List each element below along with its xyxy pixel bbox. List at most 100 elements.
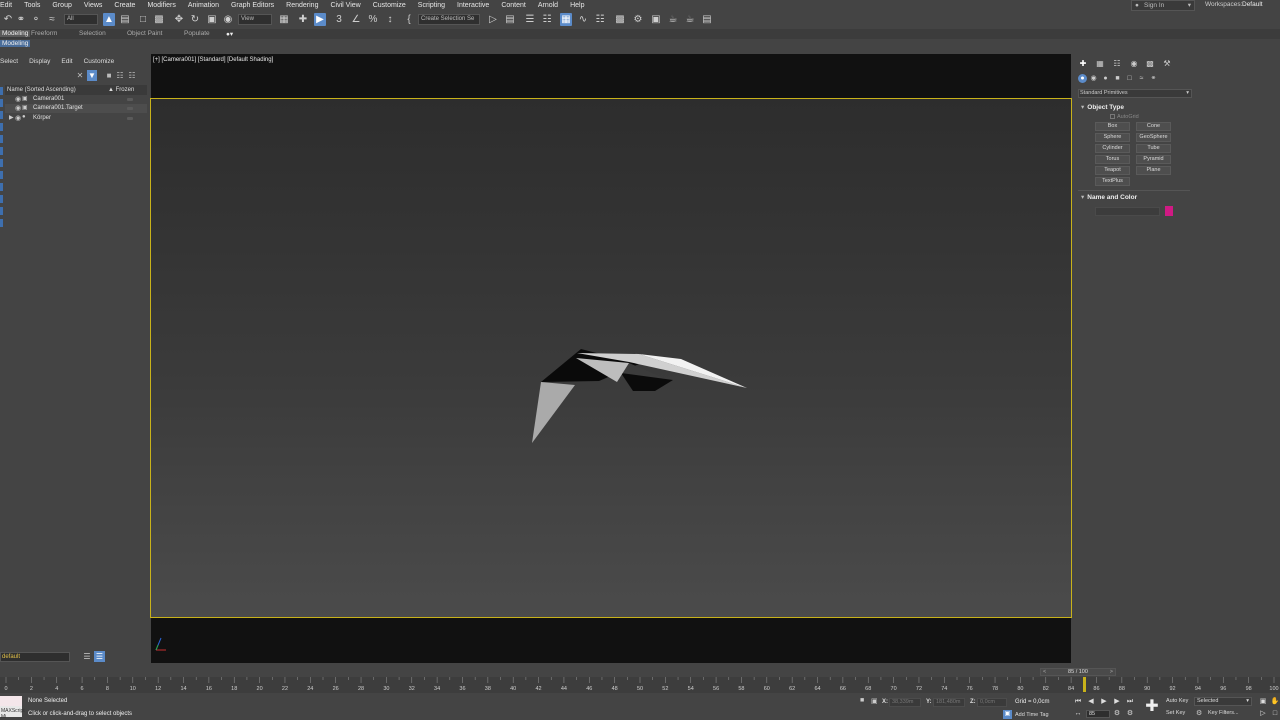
spinner-snap-icon[interactable]: ↕ [384,13,396,26]
maxscript-input[interactable] [0,696,22,706]
key-mode-icon[interactable]: ↔ [1073,709,1083,718]
cylinder-button[interactable]: Cylinder [1095,144,1130,153]
side-tool-icon[interactable] [0,87,3,95]
explorer-row[interactable]: ◉ ▣ Camera001 [5,95,147,104]
display-tab-icon[interactable]: ▩ [1145,59,1155,69]
set-key-button[interactable]: Set Key [1166,710,1185,716]
angle-snap-icon[interactable]: ∠ [350,13,362,26]
go-to-start-icon[interactable]: ⏮ [1073,697,1083,706]
align-icon[interactable]: ▤ [504,13,516,26]
plane-button[interactable]: Plane [1136,166,1171,175]
viewport-label[interactable]: [+] [Camera001] [Standard] [Default Shad… [153,57,273,63]
menu-customize[interactable]: Customize [367,2,412,9]
menu-graph-editors[interactable]: Graph Editors [225,2,280,9]
side-tool-icon[interactable] [0,135,3,143]
select-by-name-icon[interactable]: ▤ [119,13,131,26]
auto-key-button[interactable]: Auto Key [1166,698,1188,704]
menu-scripting[interactable]: Scripting [412,2,451,9]
toggle-layer-explorer-icon[interactable]: ☷ [541,13,553,26]
tab-populate[interactable]: Populate [184,30,210,37]
layer-field[interactable]: default [0,652,70,662]
snaps-toggle-icon[interactable]: 3 [333,13,345,26]
explorer-menu-select[interactable]: Select [0,58,18,65]
side-tool-icon[interactable] [0,99,3,107]
visibility-eye-icon[interactable]: ◉ [15,104,21,112]
tube-button[interactable]: Tube [1136,144,1171,153]
menu-content[interactable]: Content [495,2,532,9]
absolute-mode-icon[interactable]: ▣ [871,697,878,705]
time-slider[interactable]: < 85 / 100 > [1040,668,1116,676]
frozen-toggle-icon[interactable] [127,107,133,110]
current-frame-field[interactable]: 85 [1086,710,1110,718]
cameras-category-icon[interactable]: ■ [1113,74,1122,83]
visibility-eye-icon[interactable]: ◉ [15,95,21,103]
selection-lock-icon[interactable]: ■ [860,697,864,704]
rendered-frame-window-icon[interactable]: ▣ [650,13,662,26]
box-button[interactable]: Box [1095,122,1130,131]
side-tool-icon[interactable] [0,195,3,203]
render-production-icon[interactable]: ☕ [667,13,679,26]
create-tab-icon[interactable]: ✚ [1078,59,1088,69]
next-frame-icon[interactable]: > [1110,669,1113,675]
frozen-toggle-icon[interactable] [127,98,133,101]
tab-selection[interactable]: Selection [79,30,106,37]
filter-icon[interactable]: ▼ [87,70,97,81]
selection-filter-dropdown[interactable]: All [64,14,98,25]
clear-search-icon[interactable]: ✕ [75,70,85,81]
menu-animation[interactable]: Animation [182,2,225,9]
pyramid-button[interactable]: Pyramid [1136,155,1171,164]
menu-create[interactable]: Create [108,2,141,9]
utilities-tab-icon[interactable]: ⚒ [1162,59,1172,69]
mirror-icon[interactable]: ▷ [487,13,499,26]
shapes-category-icon[interactable]: ◉ [1089,74,1098,83]
systems-category-icon[interactable]: ⚭ [1149,74,1158,83]
autogrid-checkbox[interactable]: AutoGrid [1110,114,1139,120]
menu-rendering[interactable]: Rendering [280,2,324,9]
teapot-button[interactable]: Teapot [1095,166,1130,175]
side-tool-icon[interactable] [0,147,3,155]
primitive-type-dropdown[interactable]: Standard Primitives ▾ [1078,89,1192,98]
column-frozen-header[interactable]: ▲ Frozen [108,87,134,93]
pan-icon[interactable]: ✋ [1270,697,1280,706]
rotate-icon[interactable]: ↻ [189,13,201,26]
keyboard-shortcut-override-icon[interactable]: ▶ [314,13,326,26]
selection-set-dropdown[interactable]: Create Selection Se [418,14,480,25]
explorer-row[interactable]: ◉ ▣ Camera001.Target [5,104,147,113]
z-coord-field[interactable]: 0,0cm [977,698,1007,707]
explorer-menu-display[interactable]: Display [29,58,50,65]
hierarchy-icon[interactable]: ☷ [115,70,125,81]
add-time-tag-button[interactable]: Add Time Tag [1015,712,1049,718]
key-filters-button[interactable]: Key Filters... [1208,710,1239,716]
bind-space-warp-icon[interactable]: ≈ [46,13,58,26]
side-tool-icon[interactable] [0,171,3,179]
maxscript-listener[interactable]: MAXScript Mi [0,696,25,720]
workspace-dropdown[interactable]: Default [1242,1,1263,8]
percent-snap-icon[interactable]: % [367,13,379,26]
visibility-eye-icon[interactable]: ◉ [15,114,21,122]
rect-selection-icon[interactable]: □ [137,13,149,26]
playhead[interactable] [1082,677,1086,692]
x-coord-field[interactable]: 38,339m [889,698,921,707]
ribbon-options-icon[interactable]: ●▾ [226,30,233,38]
menu-modifiers[interactable]: Modifiers [141,2,181,9]
object-name-field[interactable] [1095,207,1160,216]
menu-group[interactable]: Group [46,2,77,9]
material-editor-icon[interactable]: ▩ [614,13,626,26]
arnold-render-icon[interactable]: ▤ [701,13,713,26]
geometry-category-icon[interactable]: ● [1078,74,1087,83]
scale-icon[interactable]: ▣ [206,13,218,26]
lights-category-icon[interactable]: ● [1101,74,1110,83]
explorer-menu-customize[interactable]: Customize [84,58,115,65]
tab-modeling[interactable]: Modeling [0,30,31,37]
toggle-scene-explorer-icon[interactable]: ☰ [524,13,536,26]
curve-editor-icon[interactable]: ∿ [577,13,589,26]
menu-views[interactable]: Views [78,2,109,9]
play-icon[interactable]: ▶ [1099,697,1109,706]
side-tool-icon[interactable] [0,159,3,167]
edit-named-selection-icon[interactable]: { [403,13,415,26]
y-coord-field[interactable]: 181,480m [933,698,965,707]
prev-frame-icon[interactable]: < [1043,669,1046,675]
maximize-viewport-icon[interactable]: □ [1270,709,1280,718]
object-color-swatch[interactable] [1165,206,1173,216]
space-warps-category-icon[interactable]: ≈ [1137,74,1146,83]
